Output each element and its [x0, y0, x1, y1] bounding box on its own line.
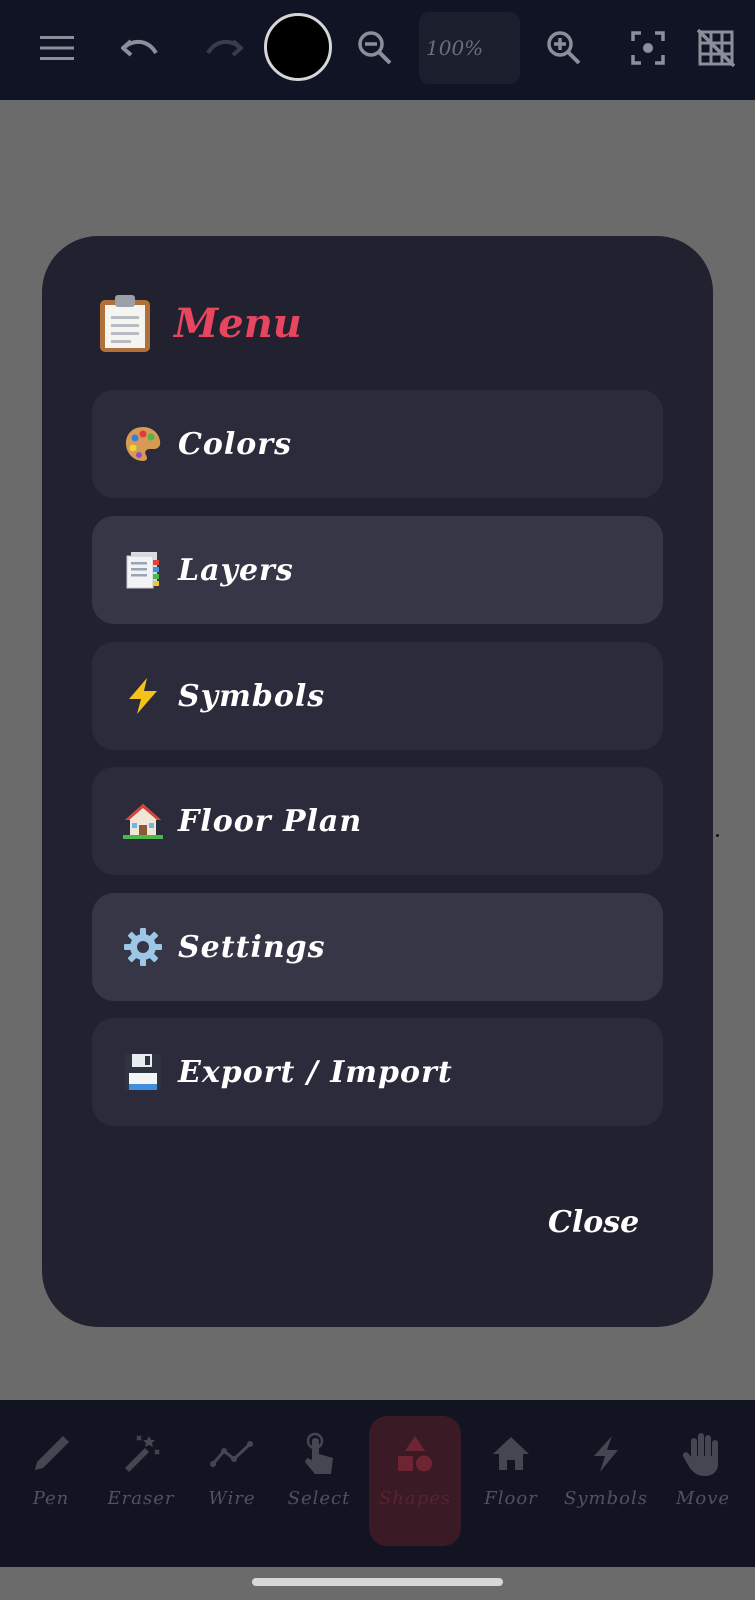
tool-symbols[interactable]: Symbols	[560, 1416, 652, 1546]
tool-shapes[interactable]: Shapes	[369, 1416, 461, 1546]
menu-title: Menu	[174, 299, 302, 347]
drawing-app: 100% Menu Colors Layers Symbols Floor Pl…	[0, 0, 755, 1600]
tool-label: Floor	[484, 1488, 538, 1509]
tool-label: Pen	[32, 1488, 70, 1509]
redo-button[interactable]	[198, 22, 250, 74]
tool-wire[interactable]: Wire	[186, 1416, 278, 1546]
undo-button[interactable]	[114, 22, 166, 74]
home-icon	[487, 1430, 535, 1478]
menu-item-label: Colors	[178, 426, 292, 462]
floppy-disk-icon	[122, 1051, 164, 1093]
menu-dialog: Menu Colors Layers Symbols Floor Plan Se…	[42, 236, 713, 1327]
layers-icon	[122, 549, 164, 591]
fit-screen-button[interactable]	[622, 22, 674, 74]
menu-item-symbols[interactable]: Symbols	[92, 642, 663, 750]
menu-item-export-import[interactable]: Export / Import	[92, 1018, 663, 1126]
menu-item-label: Symbols	[178, 678, 326, 714]
menu-item-label: Layers	[178, 552, 294, 588]
grid-off-icon	[697, 29, 735, 67]
menu-icon	[40, 36, 74, 60]
grid-toggle-button[interactable]	[690, 22, 742, 74]
menu-button[interactable]	[31, 22, 83, 74]
bottom-toolbar: Pen Eraser Wire Select Shapes Floor Symb…	[0, 1400, 755, 1567]
menu-item-label: Settings	[178, 929, 326, 965]
tool-eraser[interactable]: Eraser	[95, 1416, 187, 1546]
menu-header: Menu	[96, 288, 302, 358]
shapes-icon	[391, 1430, 439, 1478]
tool-select[interactable]: Select	[273, 1416, 365, 1546]
menu-item-label: Floor Plan	[178, 803, 363, 839]
lightning-icon	[122, 675, 164, 717]
tool-label: Wire	[208, 1488, 256, 1509]
zoom-out-button[interactable]	[349, 22, 401, 74]
tool-pen[interactable]: Pen	[5, 1416, 97, 1546]
zoom-level[interactable]: 100%	[419, 12, 520, 84]
tool-label: Move	[675, 1488, 731, 1509]
tool-label: Eraser	[107, 1488, 175, 1509]
zoom-in-button[interactable]	[538, 22, 590, 74]
zoom-out-icon	[358, 31, 392, 65]
tool-label: Select	[287, 1488, 351, 1509]
home-indicator[interactable]	[252, 1578, 503, 1586]
fit-screen-icon	[631, 31, 665, 65]
menu-item-label: Export / Import	[178, 1054, 453, 1090]
palette-icon	[122, 423, 164, 465]
tap-icon	[295, 1430, 343, 1478]
wire-icon	[208, 1430, 256, 1478]
tool-move[interactable]: Move	[657, 1416, 749, 1546]
eraser-icon	[117, 1430, 165, 1478]
bolt-icon	[582, 1430, 630, 1478]
menu-item-floor-plan[interactable]: Floor Plan	[92, 767, 663, 875]
tool-floor[interactable]: Floor	[465, 1416, 557, 1546]
tool-label: Symbols	[564, 1488, 648, 1509]
hand-icon	[679, 1430, 727, 1478]
menu-item-layers[interactable]: Layers	[92, 516, 663, 624]
top-toolbar: 100%	[0, 0, 755, 100]
menu-item-settings[interactable]: Settings	[92, 893, 663, 1001]
redo-icon	[206, 39, 243, 57]
canvas-dot	[716, 834, 719, 837]
tool-label: Shapes	[378, 1488, 452, 1509]
house-icon	[122, 800, 164, 842]
close-button[interactable]: Close	[548, 1198, 639, 1248]
current-color-swatch[interactable]	[264, 13, 332, 81]
menu-item-colors[interactable]: Colors	[92, 390, 663, 498]
gear-icon	[122, 926, 164, 968]
undo-icon	[121, 39, 158, 57]
clipboard-icon	[100, 295, 150, 352]
pencil-icon	[27, 1430, 75, 1478]
zoom-in-icon	[547, 31, 581, 65]
